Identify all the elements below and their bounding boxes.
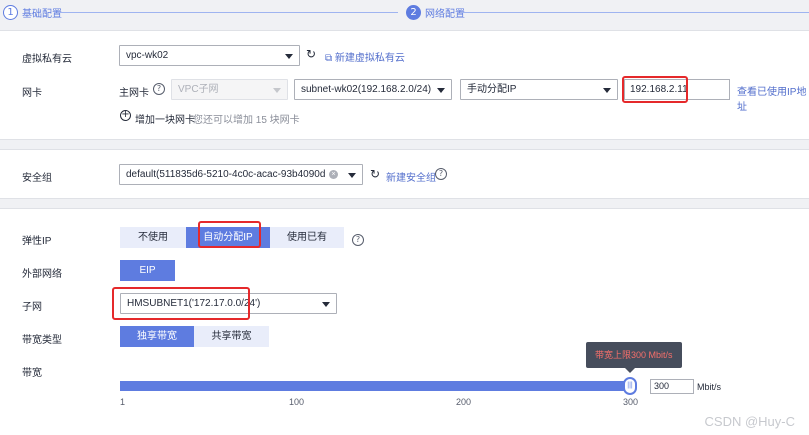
slider-tick: 1 xyxy=(120,397,126,407)
highlight-box xyxy=(112,287,250,320)
create-vpc-link-text: 新建虚拟私有云 xyxy=(334,53,405,64)
refresh-icon[interactable]: ↻ xyxy=(306,47,316,61)
vpc-subnet-placeholder: VPC子网 xyxy=(178,84,219,95)
ip-mode-select-value: 手动分配IP xyxy=(467,84,517,95)
eip-label: 弹性IP xyxy=(22,236,52,247)
ip-mode-select[interactable]: 手动分配IP xyxy=(460,79,618,100)
external-link-icon: ⧉ xyxy=(325,53,333,64)
create-vpc-link[interactable]: ⧉ 新建虚拟私有云 xyxy=(325,49,405,64)
security-group-select-value: default(511835d6-5210-4c0c-acac-93b4090d… xyxy=(126,169,326,180)
vpc-subnet-select: VPC子网 xyxy=(171,79,288,100)
network-card: 虚拟私有云 vpc-wk02 ↻ ⧉ 新建虚拟私有云 网卡 主网卡 ? VPC子… xyxy=(0,30,809,140)
chevron-down-icon xyxy=(348,173,356,178)
refresh-icon[interactable]: ↻ xyxy=(370,167,380,181)
step-bar: 1 基础配置 2 网络配置 xyxy=(0,0,809,26)
subnet-label: 子网 xyxy=(22,302,42,313)
add-nic-hint: 您还可以增加 15 块网卡 xyxy=(193,115,300,126)
external-network-eip[interactable]: EIP xyxy=(120,260,175,281)
chevron-down-icon xyxy=(273,88,281,93)
watermark: CSDN @Huy-C xyxy=(704,414,795,429)
bandwidth-slider-track[interactable] xyxy=(120,381,630,391)
chevron-down-icon xyxy=(285,54,293,59)
chevron-down-icon xyxy=(603,88,611,93)
security-group-card: 安全组 default(511835d6-5210-4c0c-acac-93b4… xyxy=(0,149,809,199)
security-group-label: 安全组 xyxy=(22,173,52,184)
clear-icon[interactable]: × xyxy=(329,170,338,179)
bandwidth-type-dedicated[interactable]: 独享带宽 xyxy=(120,326,194,347)
slider-tick: 100 xyxy=(289,397,305,407)
step-number: 1 xyxy=(3,5,18,20)
eip-option-existing[interactable]: 使用已有 xyxy=(270,227,344,248)
external-network-label: 外部网络 xyxy=(22,269,62,280)
bandwidth-label: 带宽 xyxy=(22,368,42,379)
step-label: 网络配置 xyxy=(425,9,465,20)
bandwidth-type-label: 带宽类型 xyxy=(22,335,62,346)
highlight-box xyxy=(622,76,688,103)
bandwidth-tooltip: 带宽上限300 Mbit/s xyxy=(586,342,682,368)
step-number: 2 xyxy=(406,5,421,20)
tooltip-arrow xyxy=(625,368,635,373)
step-network-config[interactable]: 2 网络配置 xyxy=(406,5,465,20)
slider-handle-icon[interactable]: ||| xyxy=(623,377,637,395)
bandwidth-type-shared[interactable]: 共享带宽 xyxy=(194,326,269,347)
slider-tick: 200 xyxy=(456,397,472,407)
subnet-select-value: subnet-wk02(192.168.2.0/24) xyxy=(301,84,432,95)
slider-tick: 300 xyxy=(623,397,639,407)
vpc-select-value: vpc-wk02 xyxy=(126,50,169,61)
vpc-label: 虚拟私有云 xyxy=(22,54,72,65)
help-icon[interactable]: ? xyxy=(435,168,447,180)
security-group-select[interactable]: default(511835d6-5210-4c0c-acac-93b4090d… xyxy=(119,164,363,185)
chevron-down-icon xyxy=(322,302,330,307)
view-used-ip-link[interactable]: 查看已使用IP地址 xyxy=(737,83,809,113)
step-label: 基础配置 xyxy=(22,9,62,20)
step-basic-config[interactable]: 1 基础配置 xyxy=(3,5,62,20)
bandwidth-input[interactable]: 300 xyxy=(650,379,694,394)
highlight-box xyxy=(198,221,261,248)
eip-option-none[interactable]: 不使用 xyxy=(120,227,186,248)
chevron-down-icon xyxy=(437,88,445,93)
help-icon[interactable]: ? xyxy=(153,83,165,95)
bandwidth-unit: Mbit/s xyxy=(697,382,722,392)
primary-nic-label: 主网卡 xyxy=(119,88,149,99)
step-connector xyxy=(462,12,809,13)
help-icon[interactable]: ? xyxy=(352,234,364,246)
vpc-select[interactable]: vpc-wk02 xyxy=(119,45,300,66)
eip-card: 弹性IP 不使用 自动分配IP 使用已有 ? 外部网络 EIP 子网 HMSUB… xyxy=(0,208,809,435)
add-nic-button[interactable]: 增加一块网卡 xyxy=(135,111,195,126)
create-security-group-link[interactable]: 新建安全组 xyxy=(386,169,436,184)
subnet-select[interactable]: subnet-wk02(192.168.2.0/24) xyxy=(294,79,452,100)
add-circle-icon[interactable]: + xyxy=(120,110,131,121)
nic-label: 网卡 xyxy=(22,88,42,99)
step-connector xyxy=(60,12,398,13)
